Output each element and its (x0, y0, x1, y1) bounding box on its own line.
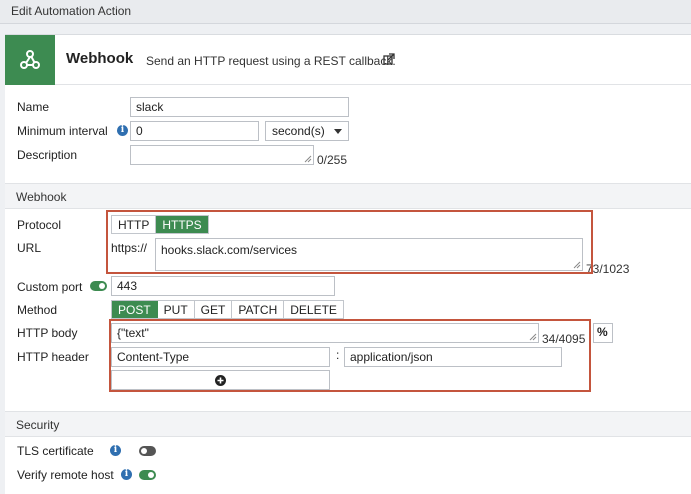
webhook-section-header: Webhook (5, 183, 691, 209)
verify-remote-host-label: Verify remote host (17, 468, 114, 482)
interval-unit-select[interactable]: second(s) (265, 121, 349, 141)
method-option-post[interactable]: POST (112, 301, 158, 318)
tls-certificate-label: TLS certificate (17, 444, 94, 458)
method-option-patch[interactable]: PATCH (232, 301, 285, 318)
automation-action-panel: Webhook Send an HTTP request using a RES… (5, 34, 691, 494)
tls-certificate-toggle[interactable] (139, 446, 156, 456)
security-section-header: Security (5, 411, 691, 437)
highlight-body-header (109, 319, 591, 392)
interval-info-icon[interactable]: i (117, 125, 128, 136)
window-title: Edit Automation Action (0, 0, 691, 24)
method-toggle: POST PUT GET PATCH DELETE (111, 300, 344, 319)
method-option-put[interactable]: PUT (158, 301, 195, 318)
external-link-icon[interactable] (383, 53, 395, 68)
highlight-protocol-url (106, 210, 593, 274)
protocol-label: Protocol (17, 218, 62, 232)
http-header-label: HTTP header (17, 350, 89, 364)
custom-port-label: Custom port (17, 280, 83, 294)
interval-unit-value: second(s) (272, 124, 325, 138)
tls-info-icon[interactable]: i (110, 445, 121, 456)
action-description: Send an HTTP request using a REST callba… (146, 54, 396, 68)
method-option-delete[interactable]: DELETE (284, 301, 343, 318)
custom-port-input[interactable]: 443 (111, 276, 335, 296)
insert-variable-button[interactable]: % (593, 323, 613, 343)
name-label: Name (17, 100, 50, 114)
custom-port-toggle[interactable] (90, 281, 107, 291)
name-input[interactable]: slack (130, 97, 349, 117)
method-option-get[interactable]: GET (195, 301, 233, 318)
chevron-down-icon (334, 129, 342, 134)
description-label: Description (17, 148, 78, 162)
resize-grip-icon[interactable] (304, 155, 312, 163)
http-body-label: HTTP body (17, 326, 78, 340)
url-label: URL (17, 241, 42, 255)
description-textarea[interactable] (130, 145, 314, 165)
interval-label: Minimum interval (17, 124, 108, 138)
verify-remote-host-toggle[interactable] (139, 470, 156, 480)
action-header: Webhook Send an HTTP request using a RES… (5, 35, 691, 85)
webhook-icon (5, 35, 55, 85)
method-label: Method (17, 303, 58, 317)
action-title: Webhook (66, 50, 134, 67)
interval-input[interactable]: 0 (130, 121, 259, 141)
verify-info-icon[interactable]: i (121, 469, 132, 480)
description-counter: 0/255 (317, 153, 348, 167)
